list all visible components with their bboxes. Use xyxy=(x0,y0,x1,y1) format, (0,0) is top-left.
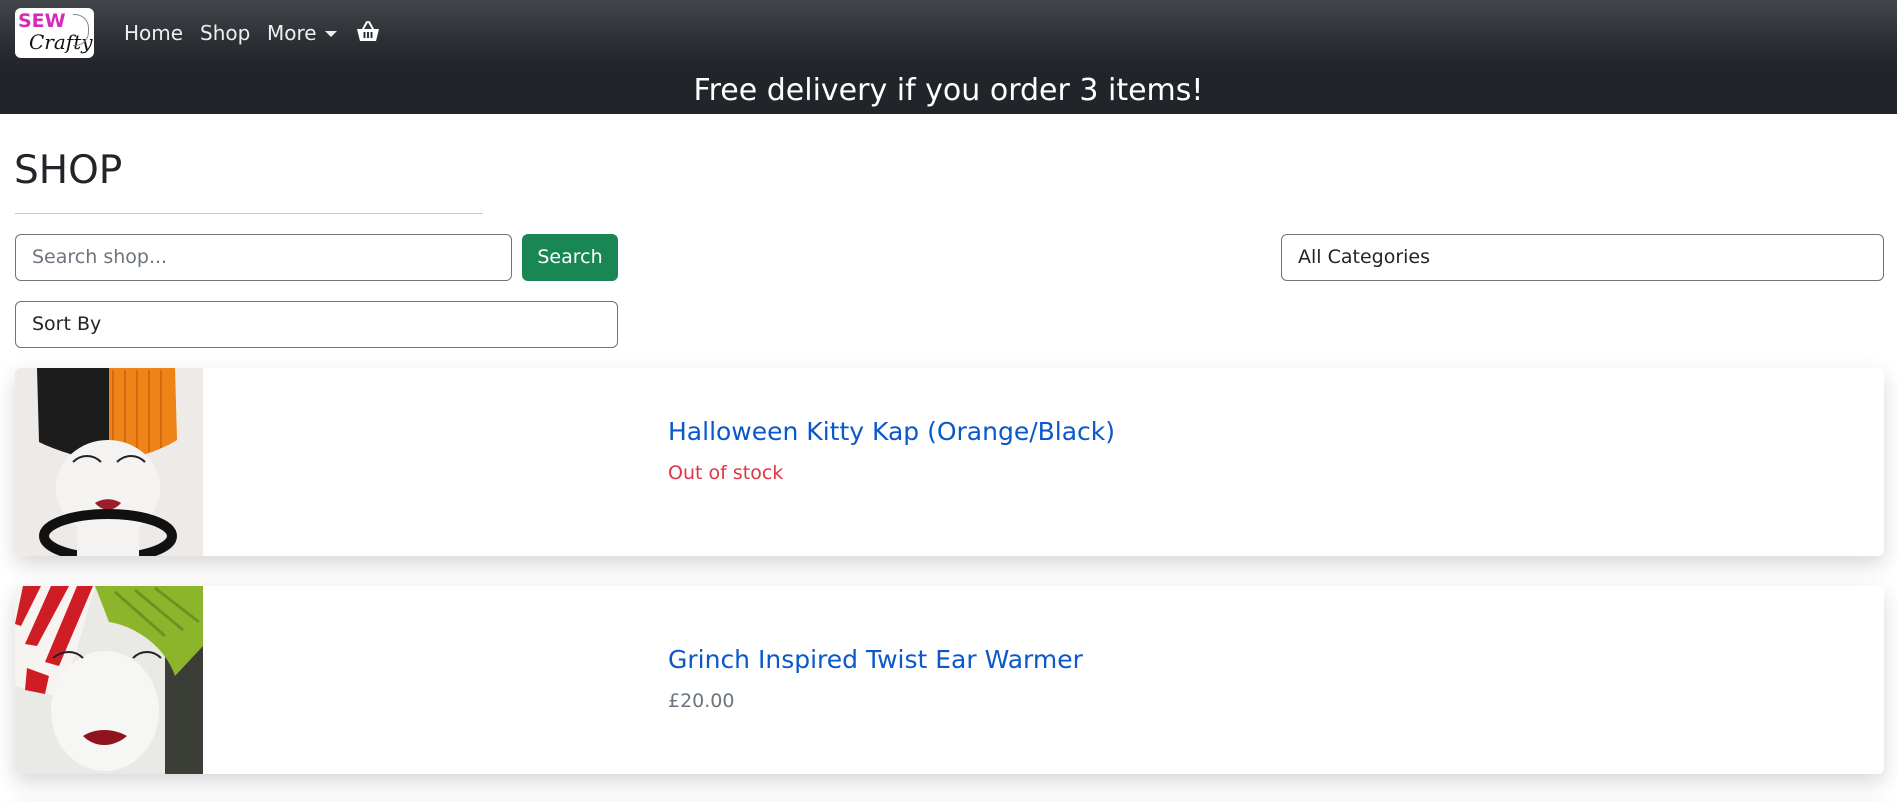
page-title: SHOP xyxy=(14,148,123,193)
navbar: SEW Crafty Home Shop More Free delivery … xyxy=(0,0,1897,114)
product-name-link[interactable]: Grinch Inspired Twist Ear Warmer xyxy=(668,645,1083,675)
sort-select[interactable]: Sort By xyxy=(15,301,618,348)
stock-status: Out of stock xyxy=(668,462,784,484)
chevron-down-icon[interactable] xyxy=(325,31,337,37)
divider xyxy=(15,213,483,214)
search-button[interactable]: Search xyxy=(522,234,618,281)
product-price: £20.00 xyxy=(668,690,735,712)
basket-icon[interactable] xyxy=(356,21,380,43)
product-card[interactable]: Grinch Inspired Twist Ear Warmer £20.00 xyxy=(15,586,1884,774)
product-card[interactable]: Halloween Kitty Kap (Orange/Black) Out o… xyxy=(15,368,1884,556)
promo-banner: Free delivery if you order 3 items! xyxy=(693,73,1204,108)
brand-logo[interactable]: SEW Crafty xyxy=(15,8,94,58)
nav-more-dropdown[interactable]: More xyxy=(267,21,317,45)
search-input[interactable]: Search shop... xyxy=(15,234,512,281)
ear-warmer-on-mannequin-image[interactable] xyxy=(15,586,203,774)
product-name-link[interactable]: Halloween Kitty Kap (Orange/Black) xyxy=(668,417,1115,447)
nav-shop-link[interactable]: Shop xyxy=(200,21,250,45)
hat-on-mannequin-image[interactable] xyxy=(15,368,203,556)
logo-text-sew: SEW xyxy=(18,10,66,32)
category-select[interactable]: All Categories xyxy=(1281,234,1884,281)
nav-home-link[interactable]: Home xyxy=(124,21,183,45)
